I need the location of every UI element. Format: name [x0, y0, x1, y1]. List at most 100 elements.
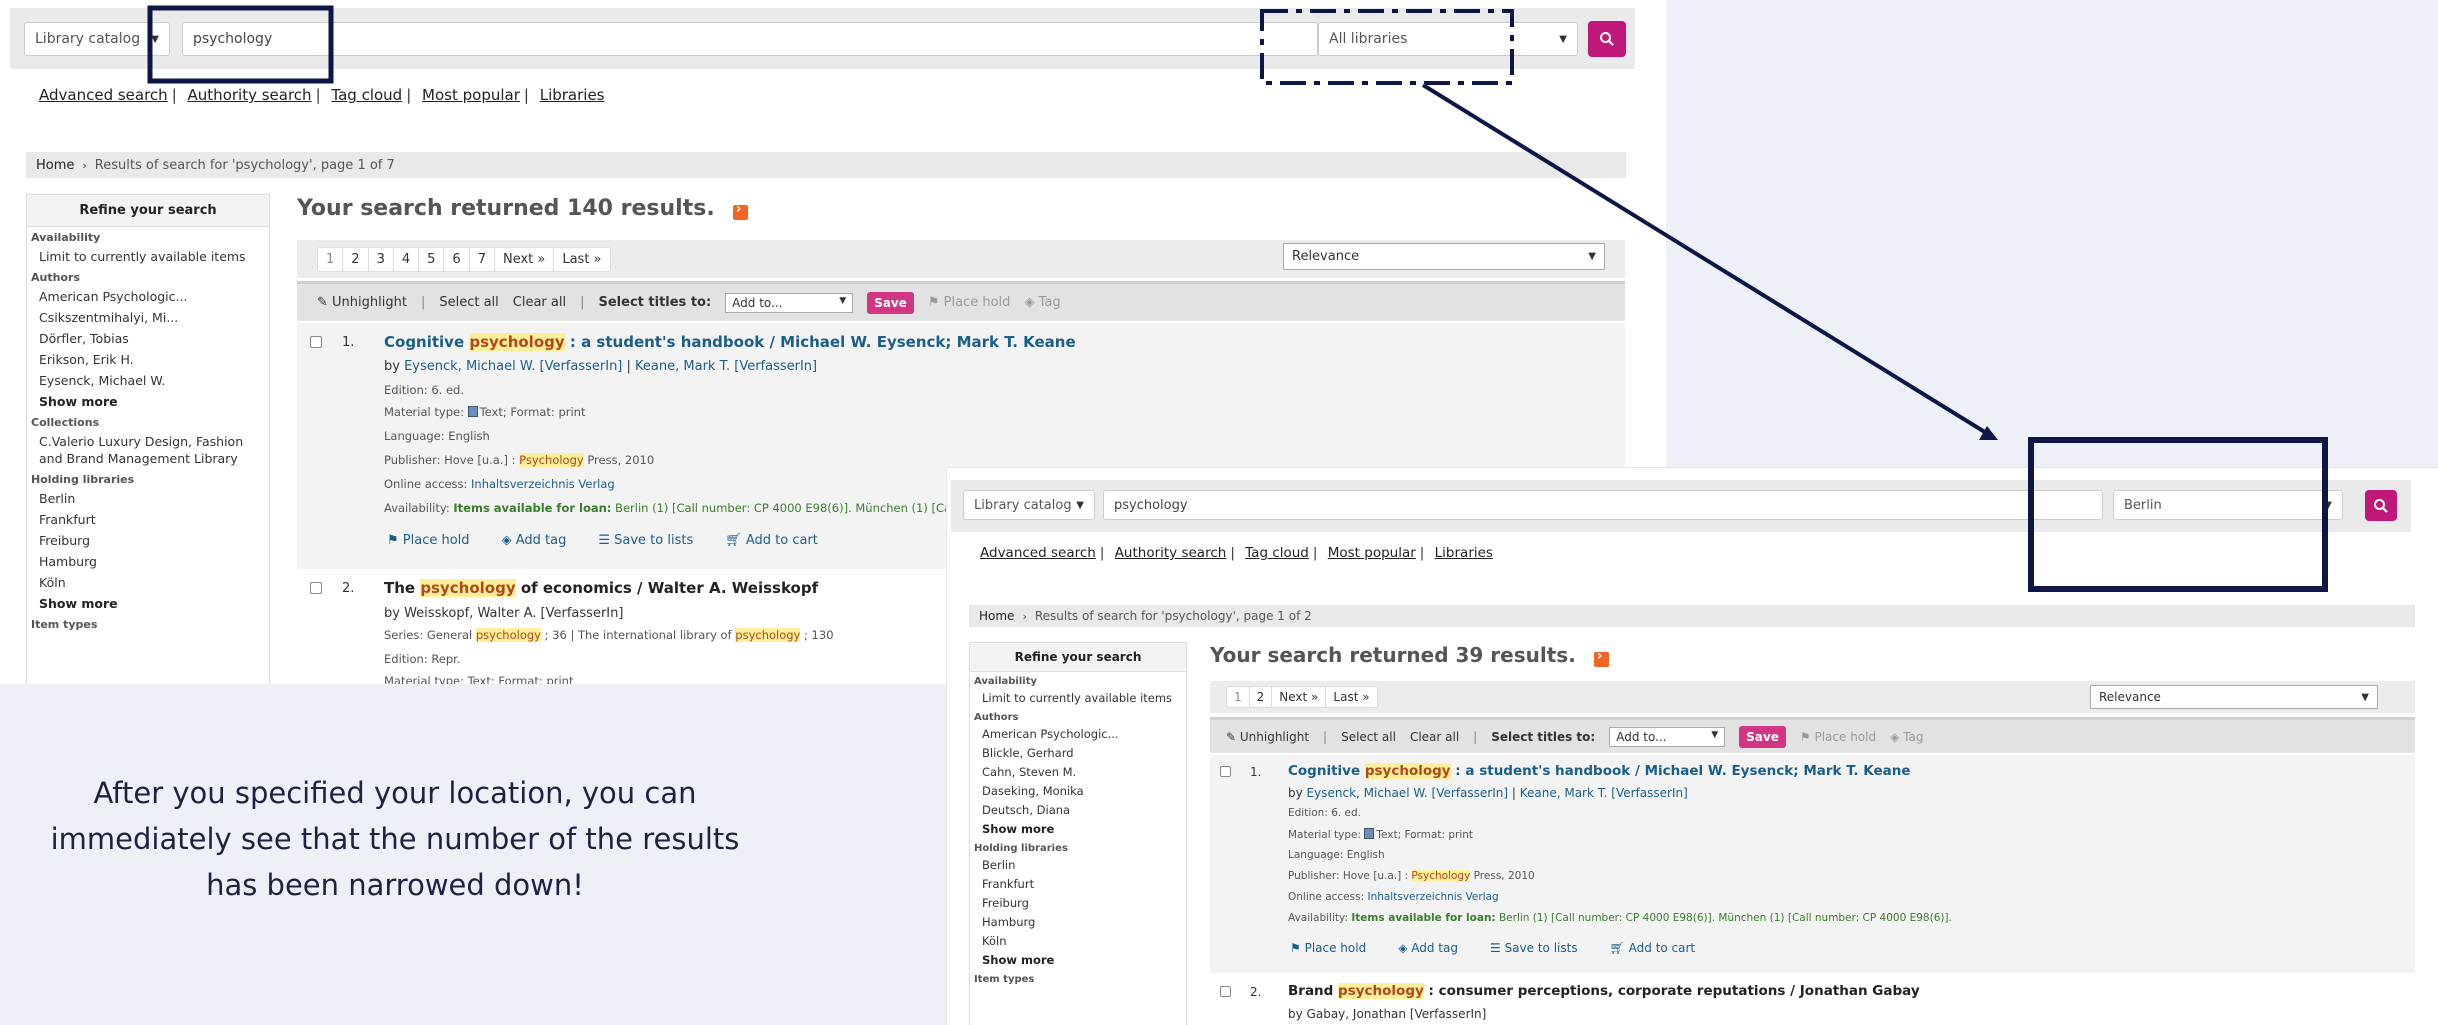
- tag-cloud-link[interactable]: Tag cloud: [331, 86, 402, 104]
- limit-available-link[interactable]: Limit to currently available items: [970, 689, 1186, 708]
- add-cart-action[interactable]: 🛒︎ Add to cart: [725, 533, 834, 548]
- catalog-select[interactable]: Library catalog ▼: [963, 490, 1095, 520]
- libraries-show-more[interactable]: Show more: [27, 593, 269, 614]
- facet-author-item[interactable]: Eysenck, Michael W.: [27, 370, 269, 391]
- record-title[interactable]: Cognitive psychology : a student's handb…: [384, 333, 1076, 351]
- tag-button[interactable]: ◈ Tag: [1890, 730, 1923, 744]
- libraries-show-more[interactable]: Show more: [970, 951, 1186, 970]
- authority-search-link[interactable]: Authority search: [1115, 545, 1227, 561]
- search-button[interactable]: [2365, 490, 2397, 521]
- sort-select[interactable]: Relevance ▼: [2090, 685, 2378, 709]
- select-all-link[interactable]: Select all: [1341, 730, 1396, 744]
- libraries-link[interactable]: Libraries: [540, 86, 605, 104]
- record-checkbox[interactable]: [1220, 986, 1231, 997]
- record-title[interactable]: Brand psychology : consumer perceptions,…: [1288, 983, 1920, 999]
- place-hold-action[interactable]: ⚑ Place hold: [1290, 941, 1382, 955]
- page-link[interactable]: 4: [394, 247, 420, 271]
- facet-author-item[interactable]: Dörfler, Tobias: [27, 328, 269, 349]
- facet-library-item[interactable]: Hamburg: [970, 913, 1186, 932]
- author-link[interactable]: Keane, Mark T. [VerfasserIn]: [1520, 786, 1688, 800]
- facet-library-item[interactable]: Frankfurt: [27, 509, 269, 530]
- facet-library-item[interactable]: Frankfurt: [970, 875, 1186, 894]
- limit-available-link[interactable]: Limit to currently available items: [27, 246, 269, 267]
- page-link[interactable]: 3: [369, 247, 394, 271]
- place-hold-action[interactable]: ⚑ Place hold: [387, 533, 486, 548]
- page-link[interactable]: 1: [318, 247, 344, 271]
- tag-button[interactable]: ◈ Tag: [1024, 295, 1060, 310]
- facet-author-item[interactable]: Blickle, Gerhard: [970, 744, 1186, 763]
- clear-all-link[interactable]: Clear all: [1410, 730, 1459, 744]
- advanced-search-link[interactable]: Advanced search: [980, 545, 1096, 561]
- facet-library-item[interactable]: Hamburg: [27, 551, 269, 572]
- author-link[interactable]: Eysenck, Michael W. [VerfasserIn]: [404, 359, 622, 374]
- add-to-select[interactable]: Add to... ▼: [1609, 726, 1726, 747]
- tag-cloud-link[interactable]: Tag cloud: [1245, 545, 1309, 561]
- last-page-link[interactable]: Last »: [1326, 687, 1376, 707]
- author-link[interactable]: Weisskopf, Walter A. [VerfasserIn]: [404, 606, 623, 621]
- record-checkbox[interactable]: [1220, 766, 1231, 777]
- facet-collection-item-line1[interactable]: C.Valerio Luxury Design, Fashion: [27, 431, 269, 450]
- record-checkbox[interactable]: [310, 336, 322, 348]
- facet-library-item[interactable]: Berlin: [27, 488, 269, 509]
- authors-show-more[interactable]: Show more: [970, 820, 1186, 839]
- page-link[interactable]: 2: [343, 247, 369, 271]
- page-link[interactable]: 2: [1250, 687, 1273, 707]
- clear-all-link[interactable]: Clear all: [513, 295, 566, 310]
- authors-show-more[interactable]: Show more: [27, 391, 269, 412]
- facet-library-item[interactable]: Köln: [970, 932, 1186, 951]
- authority-search-link[interactable]: Authority search: [188, 86, 312, 104]
- save-button[interactable]: Save: [1739, 725, 1786, 748]
- next-page-link[interactable]: Next »: [495, 247, 555, 271]
- facet-library-item[interactable]: Köln: [27, 572, 269, 593]
- add-tag-action[interactable]: ◈ Add tag: [502, 533, 583, 548]
- facet-library-item[interactable]: Freiburg: [970, 894, 1186, 913]
- save-lists-action[interactable]: ☰ Save to lists: [1490, 941, 1594, 955]
- page-link[interactable]: 6: [444, 247, 470, 271]
- facet-author-item[interactable]: American Psychologic...: [970, 725, 1186, 744]
- add-to-select[interactable]: Add to... ▼: [725, 292, 854, 313]
- library-select[interactable]: All libraries ▼: [1318, 22, 1578, 56]
- advanced-search-link[interactable]: Advanced search: [39, 86, 168, 104]
- facet-author-item[interactable]: Erikson, Erik H.: [27, 349, 269, 370]
- unhighlight-button[interactable]: ✎ Unhighlight: [1226, 730, 1309, 744]
- author-link[interactable]: Eysenck, Michael W. [VerfasserIn]: [1307, 786, 1509, 800]
- author-link[interactable]: Keane, Mark T. [VerfasserIn]: [635, 359, 817, 374]
- sort-select[interactable]: Relevance ▼: [1283, 243, 1605, 270]
- page-link[interactable]: 1: [1227, 687, 1250, 707]
- last-page-link[interactable]: Last »: [554, 248, 609, 271]
- add-tag-action[interactable]: ◈ Add tag: [1398, 941, 1474, 955]
- record-checkbox[interactable]: [310, 582, 322, 594]
- next-page-link[interactable]: Next »: [1272, 687, 1327, 707]
- catalog-select[interactable]: Library catalog ▼: [24, 22, 170, 56]
- libraries-link[interactable]: Libraries: [1435, 545, 1493, 561]
- record-title[interactable]: The psychology of economics / Walter A. …: [384, 579, 818, 597]
- search-button[interactable]: [1588, 21, 1626, 57]
- facet-author-item[interactable]: Csikszentmihalyi, Mi...: [27, 307, 269, 328]
- library-select[interactable]: Berlin ▼: [2113, 490, 2343, 520]
- search-input[interactable]: psychology: [182, 22, 1318, 56]
- facet-library-item[interactable]: Freiburg: [27, 530, 269, 551]
- place-hold-button[interactable]: ⚑ Place hold: [928, 295, 1011, 310]
- rss-icon[interactable]: [1593, 648, 1609, 667]
- rss-icon[interactable]: [732, 201, 748, 220]
- facet-author-item[interactable]: Deutsch, Diana: [970, 801, 1186, 820]
- search-input[interactable]: psychology: [1103, 490, 2103, 520]
- breadcrumb-home[interactable]: Home: [36, 158, 74, 173]
- online-link[interactable]: Inhaltsverzeichnis Verlag: [471, 477, 615, 491]
- page-link[interactable]: 7: [470, 247, 495, 271]
- online-link[interactable]: Inhaltsverzeichnis Verlag: [1367, 891, 1498, 903]
- breadcrumb-home[interactable]: Home: [979, 609, 1014, 623]
- save-button[interactable]: Save: [867, 291, 914, 314]
- record-title[interactable]: Cognitive psychology : a student's handb…: [1288, 763, 1910, 779]
- add-cart-action[interactable]: 🛒︎ Add to cart: [1610, 941, 1712, 955]
- facet-author-item[interactable]: Daseking, Monika: [970, 782, 1186, 801]
- page-link[interactable]: 5: [419, 247, 445, 271]
- facet-library-item[interactable]: Berlin: [970, 856, 1186, 875]
- facet-author-item[interactable]: American Psychologic...: [27, 286, 269, 307]
- most-popular-link[interactable]: Most popular: [1328, 545, 1416, 561]
- save-lists-action[interactable]: ☰ Save to lists: [598, 533, 709, 548]
- author-link[interactable]: Gabay, Jonathan [VerfasserIn]: [1307, 1007, 1487, 1021]
- select-all-link[interactable]: Select all: [439, 295, 498, 310]
- facet-author-item[interactable]: Cahn, Steven M.: [970, 763, 1186, 782]
- unhighlight-button[interactable]: ✎ Unhighlight: [317, 295, 407, 310]
